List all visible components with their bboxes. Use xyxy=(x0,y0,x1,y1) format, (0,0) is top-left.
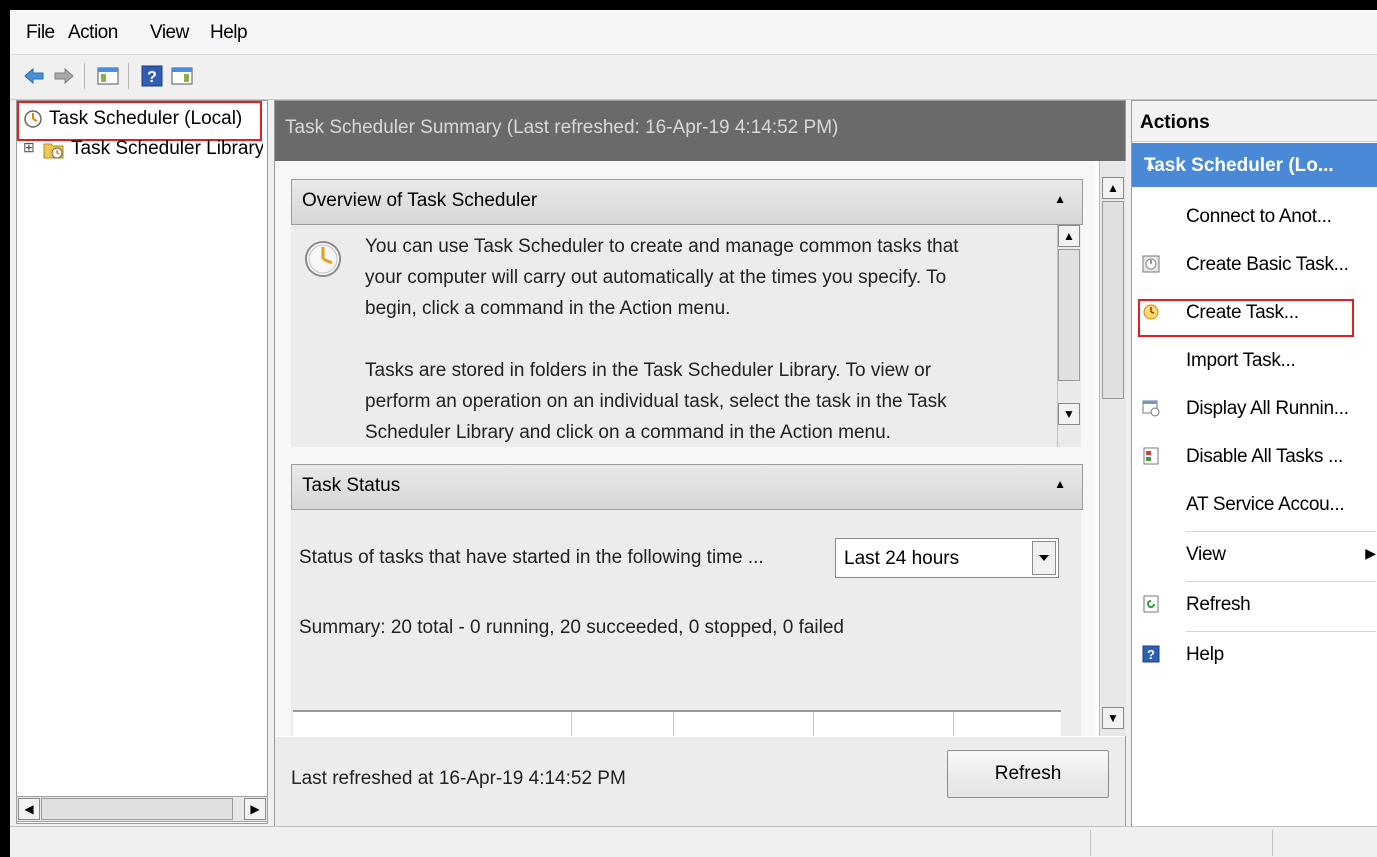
window: File Action View Help ? Task Scheduler (… xyxy=(10,10,1377,857)
last-refreshed-text: Last refreshed at 16-Apr-19 4:14:52 PM xyxy=(291,768,626,789)
menu-view[interactable]: View xyxy=(150,22,189,44)
show-hide-console-tree-icon[interactable] xyxy=(96,64,120,88)
tree-horizontal-scrollbar[interactable]: ◀ ▶ xyxy=(16,796,268,822)
status-bar xyxy=(10,826,1377,857)
summary-header: Task Scheduler Summary (Last refreshed: … xyxy=(275,101,1125,161)
action-help[interactable]: ? Help xyxy=(1132,633,1377,677)
refresh-button-label: Refresh xyxy=(994,763,1062,784)
collapse-icon[interactable]: ▲ xyxy=(1054,192,1066,206)
refresh-button[interactable]: Refresh xyxy=(947,750,1109,798)
scroll-down-icon[interactable]: ▼ xyxy=(1102,707,1124,729)
divider xyxy=(1186,531,1376,532)
overview-text-line: You can use Task Scheduler to create and… xyxy=(365,236,959,257)
overview-text-line: your computer will carry out automatical… xyxy=(365,267,947,288)
scroll-down-icon[interactable]: ▼ xyxy=(1058,403,1080,425)
highlight-box xyxy=(17,101,262,141)
refresh-icon xyxy=(1143,595,1159,613)
tree-item-label: Task Scheduler Library xyxy=(71,138,263,159)
highlight-box xyxy=(1138,299,1354,337)
overview-panel-body: You can use Task Scheduler to create and… xyxy=(291,225,1081,447)
overview-text-line: perform an operation on an individual ta… xyxy=(365,391,947,412)
menu-help[interactable]: Help xyxy=(210,22,248,44)
svg-text:?: ? xyxy=(1147,647,1155,662)
menu-action[interactable]: Action xyxy=(68,22,118,44)
action-import-task[interactable]: Import Task... xyxy=(1132,339,1377,383)
collapse-icon[interactable]: ▲ xyxy=(1144,157,1374,172)
divider xyxy=(1186,631,1376,632)
collapse-icon[interactable]: ▲ xyxy=(1054,477,1066,491)
show-hide-action-pane-icon[interactable] xyxy=(170,64,194,88)
action-create-basic-task[interactable]: Create Basic Task... xyxy=(1132,243,1377,287)
scroll-thumb[interactable] xyxy=(1102,201,1124,399)
summary-pane: Task Scheduler Summary (Last refreshed: … xyxy=(274,100,1126,827)
action-label: Import Task... xyxy=(1186,350,1296,371)
folder-clock-icon xyxy=(43,143,64,159)
time-range-value: Last 24 hours xyxy=(844,548,960,569)
actions-header: Actions xyxy=(1132,101,1377,142)
toolbar: ? xyxy=(10,55,1377,100)
clock-icon xyxy=(305,241,341,277)
help-icon: ? xyxy=(1142,645,1160,663)
running-tasks-icon xyxy=(1142,400,1160,417)
actions-title: Actions xyxy=(1140,112,1210,133)
action-label: View xyxy=(1186,544,1226,565)
overview-text-line: Tasks are stored in folders in the Task … xyxy=(365,360,932,381)
time-range-select[interactable]: Last 24 hours xyxy=(835,538,1059,578)
action-connect[interactable]: Connect to Anot... xyxy=(1132,195,1377,239)
action-label: Connect to Anot... xyxy=(1186,206,1332,227)
help-icon[interactable]: ? xyxy=(140,64,164,88)
scroll-right-icon[interactable]: ▶ xyxy=(244,798,266,820)
action-label: Display All Runnin... xyxy=(1186,398,1349,419)
menu-file[interactable]: File xyxy=(26,22,55,44)
status-summary: Summary: 20 total - 0 running, 20 succee… xyxy=(299,617,844,638)
submenu-arrow-icon: ▶ xyxy=(1365,545,1376,561)
task-status-panel-header[interactable]: Task Status ▲ xyxy=(291,464,1083,510)
status-prompt: Status of tasks that have started in the… xyxy=(299,547,764,568)
disable-icon xyxy=(1143,447,1159,465)
action-at-service-account[interactable]: AT Service Accou... xyxy=(1132,483,1377,527)
action-label: Refresh xyxy=(1186,594,1251,615)
task-status-panel-body: Status of tasks that have started in the… xyxy=(291,510,1081,736)
scroll-thumb[interactable] xyxy=(41,798,233,820)
action-display-running[interactable]: Display All Runnin... xyxy=(1132,387,1377,431)
svg-text:?: ? xyxy=(147,69,157,86)
summary-content: Overview of Task Scheduler ▲ You can use… xyxy=(275,161,1095,736)
console-tree: Task Scheduler (Local) ⊞ Task Scheduler … xyxy=(16,100,268,824)
action-disable-all-tasks[interactable]: Disable All Tasks ... xyxy=(1132,435,1377,479)
summary-footer: Last refreshed at 16-Apr-19 4:14:52 PM R… xyxy=(275,737,1125,826)
scroll-thumb[interactable] xyxy=(1058,249,1080,381)
actions-group-header[interactable]: Task Scheduler (Lo... ▲ xyxy=(1132,143,1377,187)
wizard-icon xyxy=(1142,255,1160,273)
overview-title: Overview of Task Scheduler xyxy=(302,190,538,211)
actions-pane: Actions Task Scheduler (Lo... ▲ Connect … xyxy=(1131,100,1377,827)
summary-title: Task Scheduler Summary (Last refreshed: … xyxy=(285,117,839,138)
summary-scrollbar[interactable]: ▲ ▼ xyxy=(1099,161,1126,736)
scroll-left-icon[interactable]: ◀ xyxy=(18,798,40,820)
overview-text-line: begin, click a command in the Action men… xyxy=(365,298,731,319)
action-view[interactable]: View ▶ xyxy=(1132,533,1377,577)
action-refresh[interactable]: Refresh xyxy=(1132,583,1377,627)
action-label: Disable All Tasks ... xyxy=(1186,446,1344,467)
status-table-header xyxy=(293,710,1061,736)
task-status-title: Task Status xyxy=(302,475,401,496)
menu-bar: File Action View Help xyxy=(10,10,1377,55)
chevron-down-icon[interactable] xyxy=(1032,541,1056,575)
expand-icon[interactable]: ⊞ xyxy=(23,139,35,156)
back-arrow-icon[interactable] xyxy=(22,64,46,88)
tree-item-task-scheduler-library[interactable]: ⊞ Task Scheduler Library xyxy=(23,137,263,165)
overview-scrollbar[interactable]: ▲ ▼ xyxy=(1057,225,1080,447)
action-label: Create Basic Task... xyxy=(1186,254,1349,275)
action-label: Help xyxy=(1186,644,1224,665)
overview-panel-header[interactable]: Overview of Task Scheduler ▲ xyxy=(291,179,1083,225)
action-label: AT Service Accou... xyxy=(1186,494,1345,515)
forward-arrow-icon[interactable] xyxy=(52,64,76,88)
scroll-up-icon[interactable]: ▲ xyxy=(1102,177,1124,199)
divider xyxy=(1186,581,1376,582)
overview-text-line: Scheduler Library and click on a command… xyxy=(365,422,891,443)
scroll-up-icon[interactable]: ▲ xyxy=(1058,225,1080,247)
